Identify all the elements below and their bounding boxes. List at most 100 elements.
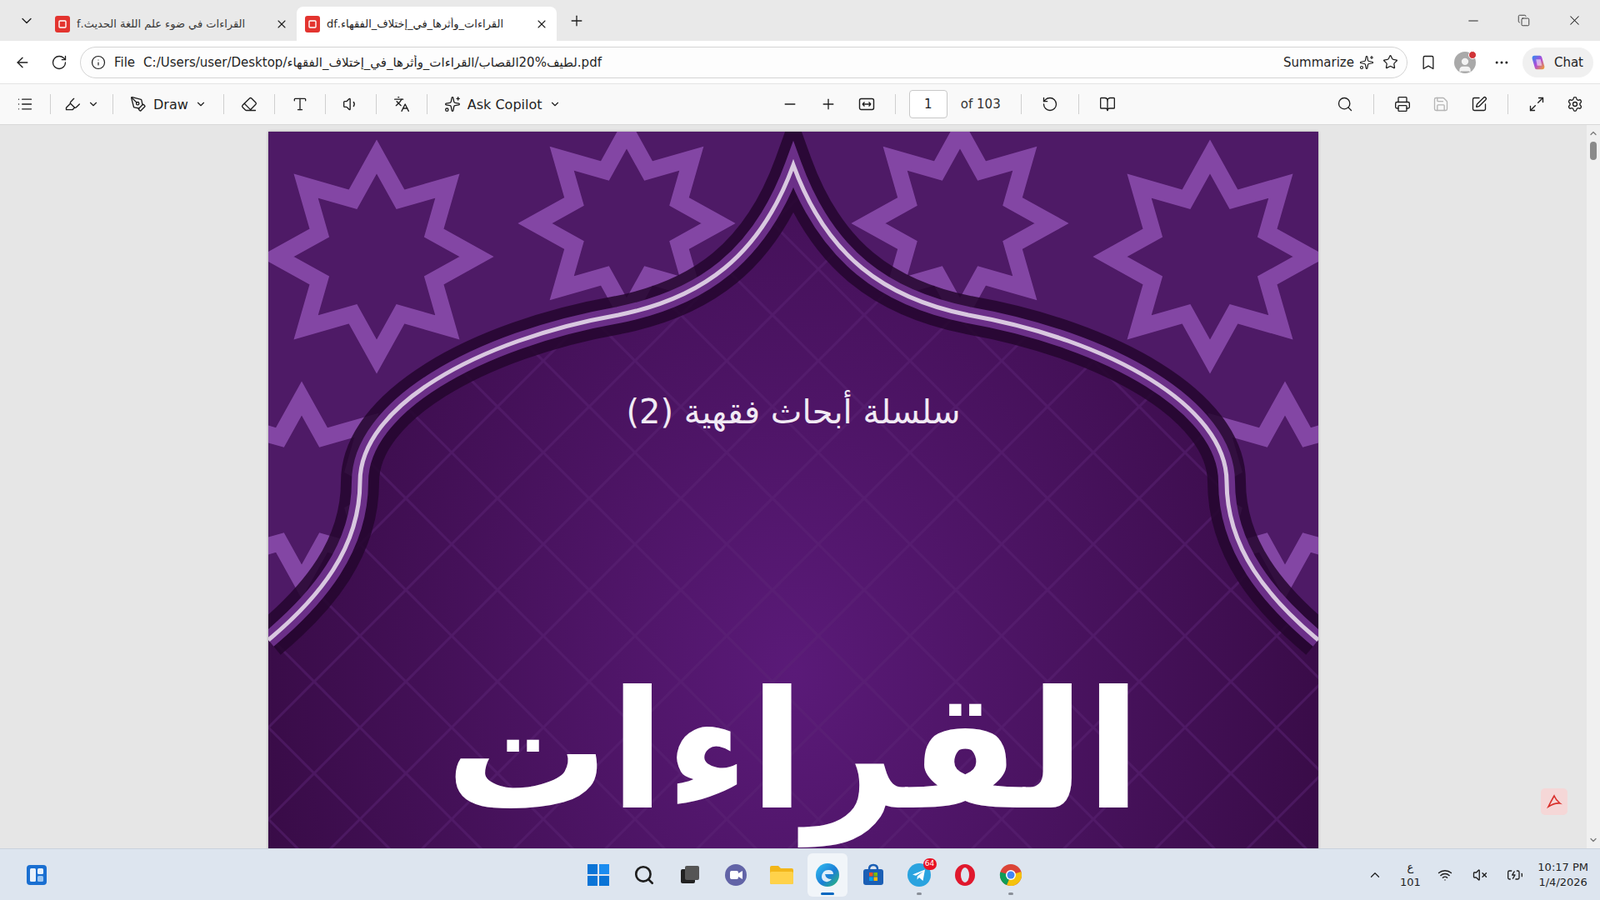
rotate-button[interactable] (1035, 89, 1065, 120)
save-button (1425, 89, 1456, 120)
acrobat-button[interactable] (1540, 788, 1568, 815)
input-language-button[interactable]: ع101 (1394, 858, 1426, 892)
input-layout: 101 (1400, 875, 1421, 890)
tab-strip: القراءات في ضوء علم اللغة الحديث.f القراء… (0, 0, 1600, 41)
translate-button[interactable] (386, 89, 417, 120)
find-button[interactable] (1330, 89, 1360, 120)
info-icon[interactable] (90, 55, 106, 70)
window-controls (1447, 0, 1600, 41)
taskbar-app[interactable] (853, 853, 894, 897)
taskbar: 64 ع101 10:17 PM1/4/2026 (0, 848, 1600, 900)
profile-button[interactable] (1449, 46, 1481, 79)
taskbar-app[interactable] (715, 853, 756, 897)
print-button[interactable] (1387, 89, 1418, 120)
clock-button[interactable]: 10:17 PM1/4/2026 (1534, 858, 1592, 892)
address-row: FileC:/Users/user/Desktop/لطيف%20القصاب/… (0, 40, 1600, 84)
chevron-down-icon (87, 98, 100, 110)
network-button[interactable] (1429, 858, 1461, 892)
save-as-button[interactable] (1464, 89, 1495, 120)
address-bar[interactable]: FileC:/Users/user/Desktop/لطيف%20القصاب/… (80, 46, 1408, 79)
show-hidden-icons-button[interactable] (1359, 858, 1391, 892)
running-indicator (916, 892, 922, 895)
chevron-down-icon (195, 98, 207, 110)
browser-tab[interactable]: القراءات_وأثرها_في_إختلاف_الفقهاء.df (296, 6, 557, 41)
battery-button[interactable] (1499, 858, 1531, 892)
scrollbar[interactable] (1586, 125, 1600, 849)
taskbar-app[interactable] (761, 853, 802, 897)
close-window-button[interactable] (1549, 0, 1600, 41)
close-tab-icon[interactable] (535, 17, 549, 31)
zoom-in-button[interactable] (813, 89, 844, 120)
volume-muted-icon (1472, 867, 1488, 883)
scroll-down-icon[interactable] (1588, 835, 1599, 845)
divider (325, 94, 326, 115)
chat-button[interactable]: Chat (1522, 47, 1594, 78)
draw-label: Draw (153, 96, 189, 113)
divider (1507, 94, 1509, 115)
widgets-button[interactable] (16, 853, 57, 897)
widgets-icon (25, 864, 48, 886)
minimize-button[interactable] (1447, 0, 1499, 41)
series-title: سلسلة أبحاث فقهية (2) (625, 388, 960, 435)
favorites-button[interactable] (1412, 46, 1445, 79)
full-screen-button[interactable] (1521, 89, 1552, 120)
divider (1020, 94, 1022, 115)
more-button[interactable] (1485, 46, 1518, 79)
taskbar-app[interactable] (807, 853, 848, 897)
back-button[interactable] (6, 46, 39, 79)
summarize-button[interactable]: Summarize (1283, 55, 1375, 70)
plus-icon (820, 95, 837, 113)
read-aloud-button[interactable] (335, 89, 366, 120)
scroll-up-icon[interactable] (1588, 128, 1599, 139)
url-text[interactable]: C:/Users/user/Desktop/لطيف%20القصاب/القر… (143, 55, 1275, 70)
favorite-star-icon[interactable] (1382, 54, 1399, 70)
taskbar-app[interactable] (670, 853, 710, 897)
printer-icon (1394, 95, 1411, 113)
search-icon (1336, 95, 1354, 113)
taskbar-app[interactable]: 64 (899, 853, 940, 897)
new-tab-button[interactable] (561, 5, 592, 36)
text-icon (291, 95, 309, 113)
meet-icon (724, 863, 748, 887)
rotate-icon (1041, 95, 1059, 113)
draw-button[interactable]: Draw (123, 89, 214, 120)
ask-copilot-label: Ask Copilot (467, 96, 543, 113)
taskbar-app[interactable] (945, 853, 985, 897)
erase-button[interactable] (234, 89, 265, 120)
taskbar-app[interactable] (990, 853, 1031, 897)
divider (112, 94, 114, 115)
ask-copilot-button[interactable]: Ask Copilot (437, 89, 568, 120)
book-title: القراءات (445, 653, 1141, 849)
clock-date: 1/4/2026 (1538, 875, 1587, 890)
tab-actions-button[interactable] (11, 5, 42, 36)
add-text-button[interactable] (285, 89, 315, 120)
read-aloud-icon (342, 95, 360, 113)
restore-button[interactable] (1498, 0, 1550, 41)
volume-button[interactable] (1464, 858, 1496, 892)
browser-tab[interactable]: القراءات في ضوء علم اللغة الحديث.f (46, 6, 297, 41)
highlight-button[interactable] (60, 89, 103, 120)
taskbar-app[interactable] (578, 853, 619, 897)
search-icon (633, 864, 655, 886)
ellipsis-icon (1493, 54, 1510, 71)
fit-width-button[interactable] (851, 89, 882, 120)
page-view-button[interactable] (1092, 89, 1123, 120)
close-tab-icon[interactable] (275, 17, 289, 31)
zoom-out-button[interactable] (775, 89, 805, 120)
settings-button[interactable] (1560, 89, 1590, 120)
divider (375, 94, 377, 115)
taskbar-app[interactable] (624, 853, 665, 897)
page-number-input[interactable]: 1 (909, 90, 948, 119)
refresh-button[interactable] (43, 46, 75, 79)
divider (1373, 94, 1375, 115)
cover-text: سلسلة أبحاث فقهية (2) القراءات (268, 131, 1319, 849)
divider (1078, 94, 1080, 115)
chat-label: Chat (1554, 55, 1584, 70)
battery-charging-icon (1506, 866, 1524, 884)
opera-icon (953, 863, 977, 887)
tab-label: القراءات في ضوء علم اللغة الحديث.f (76, 17, 269, 30)
scroll-thumb[interactable] (1590, 141, 1597, 160)
list-icon (16, 95, 34, 113)
contents-button[interactable] (10, 89, 40, 120)
divider (223, 94, 225, 115)
